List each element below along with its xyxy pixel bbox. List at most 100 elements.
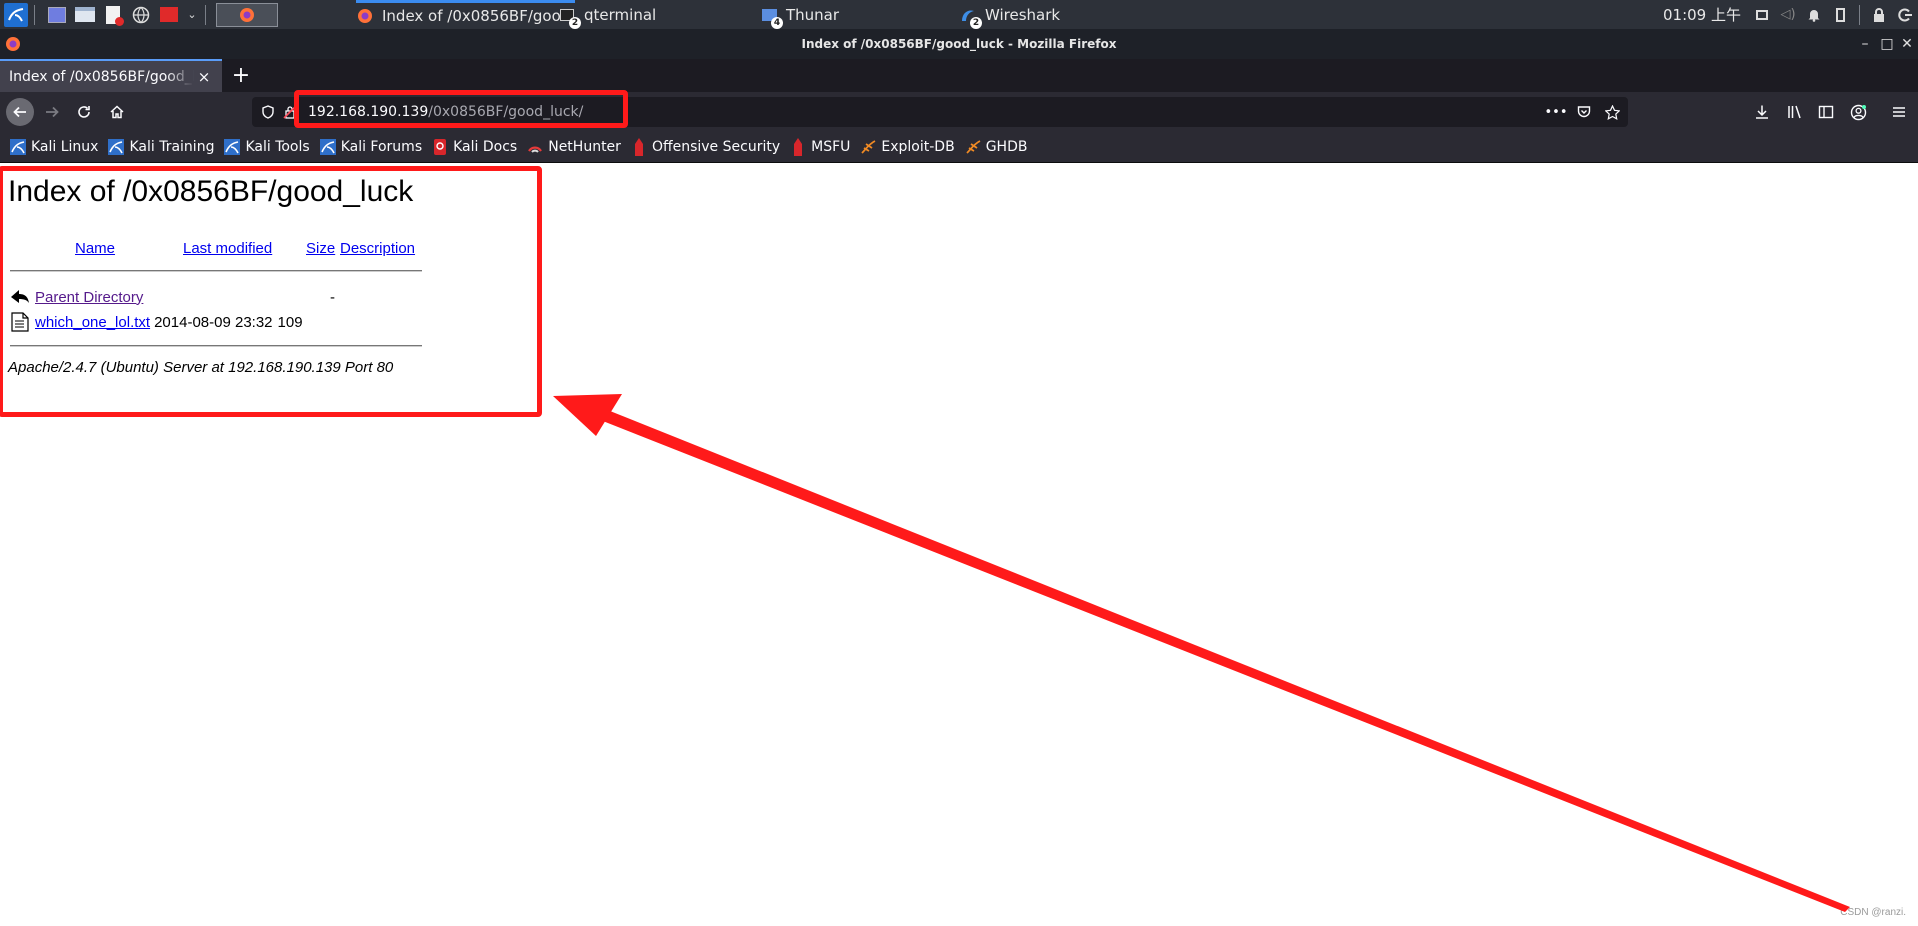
bookmark-nethunter[interactable]: NetHunter (527, 139, 621, 155)
new-tab-button[interactable]: + (229, 59, 253, 92)
taskbar-task-wireshark[interactable]: 2 Wireshark (959, 0, 1060, 29)
close-icon[interactable]: ✕ (1896, 29, 1918, 59)
bookmark-kali-forums[interactable]: Kali Forums (319, 139, 423, 155)
chevron-down-icon[interactable]: ⌄ (185, 3, 199, 27)
home-icon (110, 105, 124, 119)
taskbar-task-label: Thunar (786, 5, 840, 24)
maximize-icon[interactable]: □ (1876, 29, 1898, 59)
bookmark-kali-linux[interactable]: Kali Linux (10, 139, 98, 155)
close-tab-icon[interactable]: × (194, 68, 214, 86)
sort-by-name-link[interactable]: Name (75, 240, 115, 257)
text-editor-icon[interactable] (101, 3, 125, 27)
firefox-icon (356, 7, 374, 25)
reload-icon (78, 106, 90, 118)
server-signature: Apache/2.4.7 (Ubuntu) Server at 192.168.… (8, 359, 394, 376)
nethunter-icon (527, 139, 543, 155)
taskbar-task-firefox[interactable]: Index of /0x0856BF/goo... (356, 0, 575, 29)
kali-icon (224, 139, 241, 155)
url-text[interactable]: 192.168.190.139/0x0856BF/good_luck/ (308, 97, 583, 127)
insecure-lock-icon[interactable] (282, 104, 298, 120)
system-taskbar: ⌄ Index of /0x0856BF/goo... 2 qterminal … (0, 0, 1918, 29)
navigation-toolbar: 192.168.190.139/0x0856BF/good_luck/ ••• (0, 92, 1918, 132)
bookmark-ghdb[interactable]: GHDB (965, 139, 1027, 155)
sort-by-description-link[interactable]: Description (340, 240, 415, 257)
hamburger-menu-icon[interactable] (1889, 102, 1909, 122)
sidebar-icon[interactable] (1816, 102, 1836, 122)
account-icon[interactable] (1848, 102, 1868, 122)
back-arrow-icon (10, 287, 30, 307)
back-button[interactable] (6, 98, 34, 126)
screen-icon[interactable] (1749, 0, 1775, 29)
bookmark-label: Kali Training (129, 139, 215, 155)
tray-separator (1859, 4, 1860, 25)
library-icon[interactable] (1785, 102, 1805, 122)
taskbar-task-label: Wireshark (985, 5, 1061, 24)
taskbar-task-label: qterminal (584, 5, 657, 24)
lock-icon[interactable] (1866, 0, 1892, 29)
logout-icon[interactable] (1892, 0, 1918, 29)
taskbar-active-window[interactable] (216, 2, 278, 27)
bookmark-label: NetHunter (548, 139, 621, 155)
bookmark-kali-tools[interactable]: Kali Tools (224, 139, 310, 155)
tab-index-good-luck[interactable]: Index of /0x0856BF/good_luck × (0, 59, 222, 92)
file-size: - (330, 288, 335, 306)
msfu-icon (790, 138, 806, 156)
taskbar-task-thunar[interactable]: 4 Thunar (760, 0, 839, 29)
bookmark-offensive-security[interactable]: Offensive Security (631, 138, 780, 156)
bookmark-msfu[interactable]: MSFU (790, 138, 851, 156)
bookmark-label: MSFU (811, 139, 851, 155)
reload-button[interactable] (70, 98, 98, 126)
clock[interactable]: 01:09 上午 (1663, 4, 1741, 25)
star-icon[interactable] (1604, 104, 1620, 120)
sort-by-size-link[interactable]: Size (306, 240, 335, 257)
more-actions-icon[interactable]: ••• (1545, 104, 1568, 120)
exploitdb-icon (860, 139, 876, 155)
bookmark-kali-training[interactable]: Kali Training (108, 139, 214, 155)
browser-globe-icon[interactable] (129, 3, 153, 27)
forward-button[interactable] (38, 98, 66, 126)
desktop-icon[interactable] (45, 3, 69, 27)
taskbar-task-qterminal[interactable]: 2 qterminal (558, 0, 656, 29)
bookmarks-toolbar: Kali Linux Kali Training Kali Tools Kali… (0, 132, 1918, 163)
table-row: Parent Directory - (10, 286, 335, 308)
tab-strip: Index of /0x0856BF/good_luck × + (0, 59, 1918, 92)
tab-label: Index of /0x0856BF/good_luck (9, 68, 194, 85)
listing-divider (10, 345, 422, 347)
kali-menu-icon[interactable] (4, 2, 28, 27)
page-title: Index of /0x0856BF/good_luck (8, 175, 414, 208)
listing-divider (10, 270, 422, 272)
volume-icon[interactable]: ◁) (1775, 0, 1801, 29)
taskbar-task-label: Index of /0x0856BF/goo... (382, 7, 575, 25)
shield-icon[interactable] (260, 104, 276, 120)
ghdb-icon (965, 139, 981, 155)
kali-icon (10, 139, 26, 155)
arrow-right-icon (46, 106, 59, 118)
minimize-icon[interactable]: – (1854, 29, 1876, 59)
folder-icon: 4 (760, 6, 783, 29)
bookmark-exploit-db[interactable]: Exploit-DB (860, 139, 955, 155)
home-button[interactable] (103, 98, 131, 126)
url-bar[interactable]: 192.168.190.139/0x0856BF/good_luck/ ••• (252, 97, 1628, 127)
watermark: CSDN @ranzi. (1840, 907, 1906, 918)
offsec-icon (631, 138, 647, 156)
terminal-launcher-icon[interactable] (157, 3, 181, 27)
bookmark-label: Kali Forums (340, 139, 423, 155)
battery-icon[interactable] (1827, 0, 1853, 29)
system-tray: 01:09 上午 ◁) (1663, 0, 1918, 29)
terminal-icon: 2 (558, 6, 581, 29)
sort-by-last-modified-link[interactable]: Last modified (183, 240, 272, 257)
window-title: Index of /0x0856BF/good_luck - Mozilla F… (801, 37, 1117, 51)
bell-icon[interactable] (1801, 0, 1827, 29)
bookmark-label: Kali Docs (453, 139, 518, 155)
download-icon[interactable] (1752, 102, 1772, 122)
file-manager-icon[interactable] (73, 3, 97, 27)
task-count-badge: 2 (970, 16, 982, 29)
file-link-which-one-lol[interactable]: which_one_lol.txt (35, 314, 150, 331)
pocket-icon[interactable] (1576, 104, 1592, 120)
window-titlebar[interactable]: Index of /0x0856BF/good_luck - Mozilla F… (0, 29, 1918, 59)
kali-icon (319, 139, 336, 155)
parent-directory-link[interactable]: Parent Directory (35, 289, 143, 306)
text-file-icon (10, 312, 30, 332)
bookmark-label: Exploit-DB (881, 139, 955, 155)
bookmark-kali-docs[interactable]: Kali Docs (432, 139, 517, 155)
